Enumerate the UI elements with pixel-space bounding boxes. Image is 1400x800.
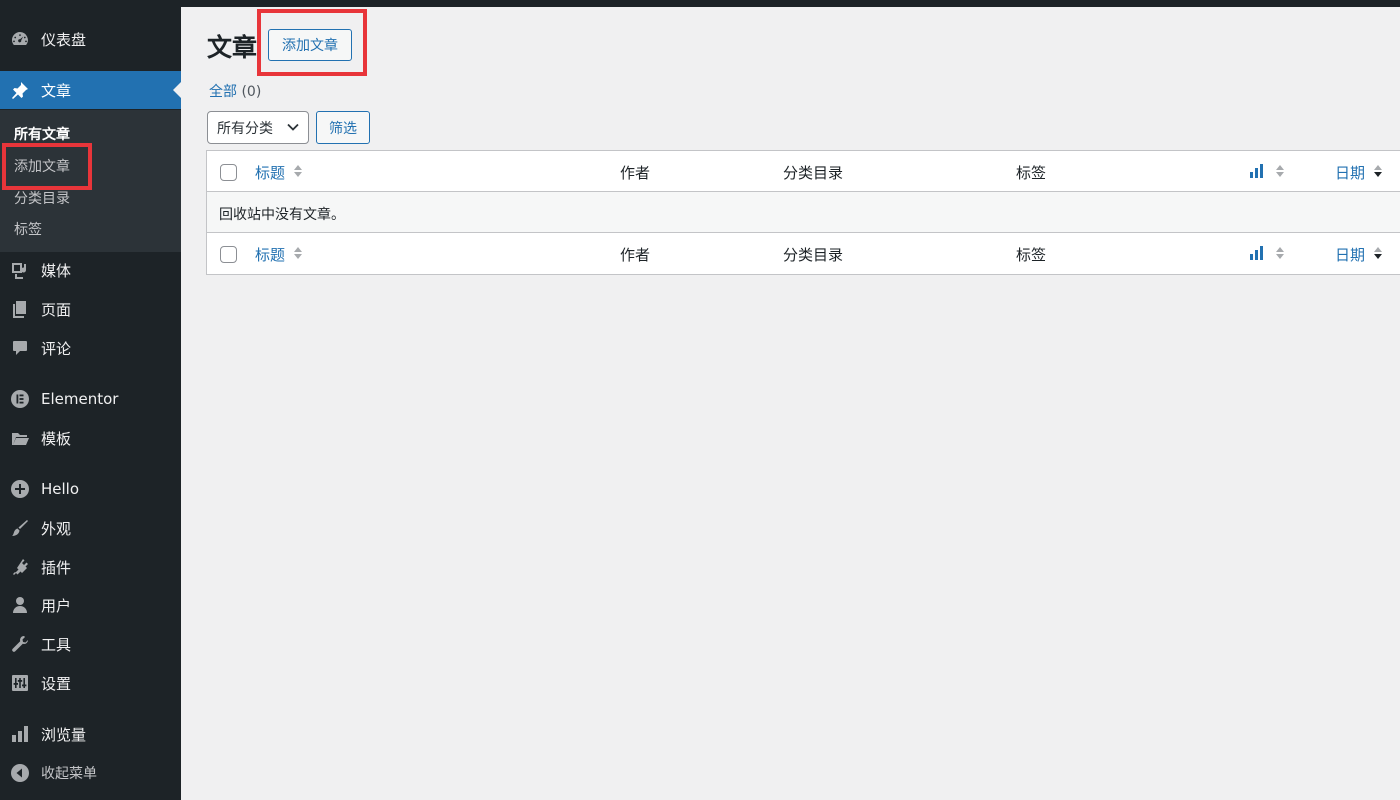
sort-desc-icon — [1374, 165, 1382, 177]
menu-item-views[interactable]: 浏览量 — [0, 715, 181, 753]
filter-button[interactable]: 筛选 — [316, 111, 370, 144]
bar-chart-icon — [10, 724, 30, 744]
menu-item-posts[interactable]: 文章 — [0, 71, 181, 109]
column-categories-footer: 分类目录 — [783, 246, 844, 264]
comment-icon — [10, 338, 30, 358]
menu-label-media: 媒体 — [41, 261, 72, 280]
menu-label-views: 浏览量 — [41, 725, 87, 744]
page-title: 文章 — [207, 33, 258, 62]
menu-label-posts: 文章 — [41, 81, 72, 100]
column-date-footer[interactable]: 日期 — [1335, 244, 1365, 265]
table-footer-row: 标题 作者 分类目录 标签 日期 — [207, 233, 1400, 274]
pin-icon — [10, 80, 30, 100]
category-filter-select[interactable]: 所有分类 — [207, 111, 309, 144]
menu-label-hello: Hello — [41, 480, 80, 498]
empty-message: 回收站中没有文章。 — [219, 207, 345, 223]
plug-icon — [10, 557, 30, 577]
column-tags-footer: 标签 — [1016, 246, 1047, 264]
sort-icon — [1276, 165, 1284, 177]
menu-label-dashboard: 仪表盘 — [41, 30, 87, 49]
column-categories-header: 分类目录 — [783, 164, 844, 182]
column-author-footer: 作者 — [620, 246, 651, 264]
submenu-tags[interactable]: 标签 — [14, 219, 42, 239]
submenu-all-posts[interactable]: 所有文章 — [14, 124, 70, 144]
view-all-link[interactable]: 全部 — [209, 84, 237, 100]
folder-icon — [10, 428, 30, 448]
menu-item-elementor[interactable]: Elementor — [0, 380, 181, 418]
views-column-icon[interactable] — [1249, 163, 1265, 179]
highlight-box-sidebar — [2, 143, 92, 190]
menu-item-templates[interactable]: 模板 — [0, 419, 181, 457]
menu-item-settings[interactable]: 设置 — [0, 664, 181, 702]
menu-item-appearance[interactable]: 外观 — [0, 509, 181, 547]
elementor-icon — [10, 389, 30, 409]
select-all-checkbox[interactable] — [220, 164, 237, 181]
menu-label-pages: 页面 — [41, 300, 72, 319]
column-tags-header: 标签 — [1016, 164, 1047, 182]
menu-label-elementor: Elementor — [41, 390, 119, 408]
column-date-header[interactable]: 日期 — [1335, 162, 1365, 183]
menu-item-users[interactable]: 用户 — [0, 586, 181, 624]
view-all-count: (0) — [241, 84, 262, 100]
menu-item-comments[interactable]: 评论 — [0, 329, 181, 367]
menu-label-collapse: 收起菜单 — [41, 766, 97, 782]
sort-desc-icon — [1374, 247, 1382, 259]
menu-label-plugins: 插件 — [41, 558, 72, 577]
table-header-row: 标题 作者 分类目录 标签 日期 — [207, 151, 1400, 192]
collapse-menu-button[interactable]: 收起菜单 — [0, 754, 181, 792]
pages-icon — [10, 299, 30, 319]
sort-icon — [294, 165, 302, 177]
column-title-footer[interactable]: 标题 — [255, 244, 285, 265]
sort-icon — [294, 247, 302, 259]
plus-circle-icon — [10, 479, 30, 499]
admin-bar — [0, 0, 1400, 7]
menu-label-templates: 模板 — [41, 429, 72, 448]
brush-icon — [10, 518, 30, 538]
menu-item-plugins[interactable]: 插件 — [0, 548, 181, 586]
wrench-icon — [10, 634, 30, 654]
menu-item-pages[interactable]: 页面 — [0, 290, 181, 328]
menu-item-media[interactable]: 媒体 — [0, 251, 181, 289]
sort-icon — [1276, 247, 1284, 259]
menu-label-appearance: 外观 — [41, 519, 72, 538]
menu-label-settings: 设置 — [41, 674, 72, 693]
menu-item-dashboard[interactable]: 仪表盘 — [0, 20, 181, 58]
menu-label-users: 用户 — [41, 596, 72, 615]
dashboard-icon — [10, 29, 30, 49]
empty-row: 回收站中没有文章。 — [207, 192, 1400, 233]
user-icon — [10, 595, 30, 615]
menu-label-comments: 评论 — [41, 339, 72, 358]
menu-item-hello[interactable]: Hello — [0, 470, 181, 508]
select-all-checkbox-footer[interactable] — [220, 246, 237, 263]
category-filter-value: 所有分类 — [217, 120, 273, 137]
column-author-header: 作者 — [620, 164, 651, 182]
collapse-icon — [10, 763, 30, 783]
menu-label-tools: 工具 — [41, 635, 72, 654]
chevron-down-icon — [287, 123, 299, 131]
views-column-icon[interactable] — [1249, 245, 1265, 261]
settings-icon — [10, 673, 30, 693]
admin-sidebar: 仪表盘 文章 所有文章 添加文章 分类目录 标签 媒体 页面 评论 Elemen… — [0, 0, 181, 800]
submenu-categories[interactable]: 分类目录 — [14, 188, 70, 208]
posts-table: 标题 作者 分类目录 标签 日期 回收站中没有文章。 标题 作者 分类目录 标签… — [206, 150, 1400, 275]
menu-item-tools[interactable]: 工具 — [0, 625, 181, 663]
highlight-box-add-new — [257, 9, 367, 76]
post-status-views: 全部 (0) — [209, 81, 261, 101]
column-title-header[interactable]: 标题 — [255, 162, 285, 183]
media-icon — [10, 260, 30, 280]
